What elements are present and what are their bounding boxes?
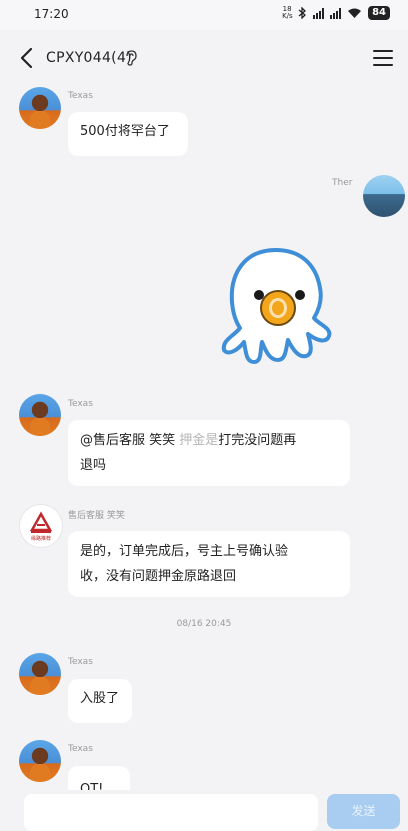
net-speed: 18 K/s [282,5,293,20]
avatar[interactable] [19,740,61,782]
avatar[interactable] [19,87,61,129]
avatar[interactable] [363,175,405,217]
shop-logo-icon: 缘路推荐 [29,511,53,542]
chevron-left-icon[interactable] [16,46,40,70]
sender-name: Ther [332,178,353,188]
message-text: 退吗 [80,458,107,473]
message-bubble[interactable]: @售后客服 笑笑 押金是打完没问题再 退吗 [68,420,350,486]
status-bar: 17:20 18 K/s 84 [0,0,408,30]
wifi-icon [348,8,362,18]
message-bubble[interactable]: 入股了 [68,679,132,723]
status-icons: 18 K/s 84 [282,6,390,20]
ear-icon [126,50,137,66]
sender-name: Texas [68,91,93,101]
octopus-sticker[interactable] [216,244,336,366]
battery-indicator: 84 [368,6,390,20]
signal-icon-2 [330,7,342,19]
status-time: 17:20 [34,7,69,21]
hamburger-menu-icon[interactable] [372,48,394,68]
signal-icon [313,7,325,19]
sender-name: Texas [68,657,93,667]
message-text-faded: 押金是 [179,433,219,448]
message-text: 500付将罕台了 [80,124,170,139]
send-button[interactable]: 发送 [327,794,400,829]
bluetooth-icon [298,7,307,19]
sender-name: Texas [68,744,93,754]
message-text: 打完没问题再 [218,433,297,448]
avatar[interactable] [19,653,61,695]
message-text: 入股了 [80,691,120,706]
avatar[interactable]: 缘路推荐 [19,504,63,548]
chat-title[interactable]: CPXY044(4) [46,50,132,66]
message-text: 是的，订单完成后，号主上号确认验 [80,544,289,559]
mention-tag[interactable]: @售后客服 笑笑 [80,433,175,448]
timestamp: 08/16 20:45 [176,619,232,629]
sender-name: Texas [68,399,93,409]
logo-caption: 缘路推荐 [31,535,51,542]
message-input[interactable] [24,794,318,831]
message-text: 收，没有问题押金原路退回 [80,569,237,584]
composer: 发送 [0,790,408,831]
sender-name: 售后客服 笑笑 [68,511,125,521]
avatar[interactable] [19,394,61,436]
message-bubble[interactable]: 是的，订单完成后，号主上号确认验 收，没有问题押金原路退回 [68,531,350,597]
message-bubble[interactable]: 500付将罕台了 [68,112,188,156]
message-list[interactable]: Texas 500付将罕台了 Ther Texas @售后客服 笑笑 押金是打完… [0,86,408,810]
chat-header: CPXY044(4) [0,30,408,86]
